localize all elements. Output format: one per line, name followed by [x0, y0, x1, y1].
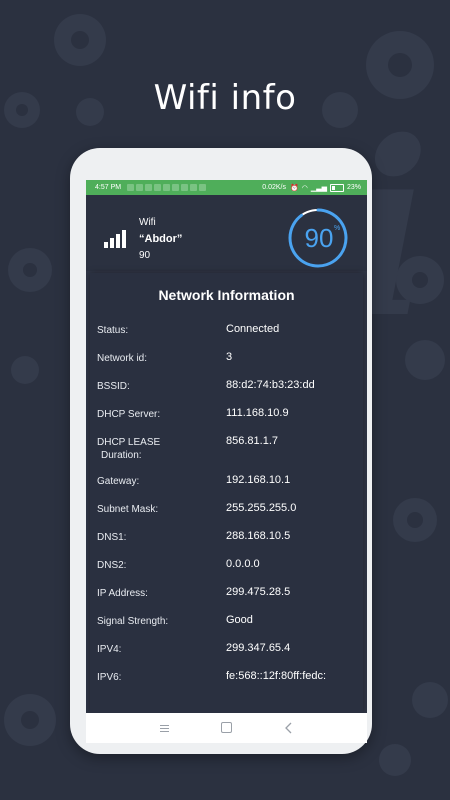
network-info-key: IPV6:: [97, 672, 122, 683]
home-button[interactable]: [220, 721, 234, 735]
network-info-value: fe:568::12f:80ff:fedc:: [226, 670, 327, 682]
recent-apps-button[interactable]: [158, 721, 172, 735]
back-icon: [284, 722, 291, 734]
battery-percent: 23%: [346, 184, 361, 191]
home-icon: [220, 722, 232, 733]
notification-icon: [172, 184, 180, 191]
network-info-value: 299.475.28.5: [226, 586, 291, 598]
notification-icon: [199, 184, 207, 191]
wifi-summary-header: Wifi “Abdor” 90 90 %: [86, 195, 367, 271]
network-info-value: 856.81.1.7: [226, 435, 278, 447]
network-info-key: Status:: [97, 325, 129, 336]
network-info-key: DHCP Server:: [97, 409, 161, 420]
alarm-icon: ⏰: [290, 184, 299, 192]
gauge-unit: %: [334, 225, 341, 232]
notification-icon: [136, 184, 144, 191]
network-info-key: DNS2:: [97, 560, 127, 571]
wifi-ssid: “Abdor”: [139, 233, 183, 245]
network-info-value: Connected: [226, 323, 280, 335]
notification-icon: [163, 184, 171, 191]
network-info-title: Network Information: [158, 287, 295, 303]
network-info-key: Gateway:: [97, 476, 140, 487]
network-info-key: Subnet Mask:: [97, 504, 159, 515]
wifi-strength-value: 90: [139, 250, 151, 261]
network-info-key: DNS1:: [97, 532, 127, 543]
promo-title: Wifi info: [153, 78, 297, 118]
network-info-key: BSSID:: [97, 381, 130, 392]
network-info-key: DHCP LEASE: [97, 437, 161, 448]
android-nav-bar: [86, 713, 367, 743]
back-button[interactable]: [282, 721, 296, 735]
status-bar: 4:57 PM 0.02K/s ⏰ ◠ ▁▃▅ 23%: [86, 180, 367, 195]
notification-icon: [145, 184, 153, 191]
wifi-status-icon: ◠: [301, 184, 308, 192]
wifi-signal-bars-icon: [104, 226, 130, 248]
network-info-value: 288.168.10.5: [226, 530, 291, 542]
network-info-key: IPV4:: [97, 644, 122, 655]
network-info-value: 255.255.255.0: [226, 502, 297, 514]
network-info-key-line2: Duration:: [101, 450, 142, 461]
network-info-value: Good: [226, 614, 253, 626]
network-info-value: 0.0.0.0: [226, 558, 260, 570]
network-info-value: 192.168.10.1: [226, 474, 291, 486]
network-info-value: 3: [226, 351, 233, 363]
network-info-key: Network id:: [97, 353, 148, 364]
notification-icon: [190, 184, 198, 191]
status-time: 4:57 PM: [95, 184, 122, 191]
notification-icon: [181, 184, 189, 191]
notification-icon: [154, 184, 162, 191]
network-info-value: 111.168.10.9: [226, 407, 289, 419]
network-info-key: Signal Strength:: [97, 616, 169, 627]
wifi-label: Wifi: [139, 217, 156, 228]
signal-icon: ▁▃▅: [310, 184, 327, 192]
network-info-key: IP Address:: [97, 588, 148, 599]
network-info-value: 299.347.65.4: [226, 642, 291, 654]
network-info-card: Network Information Status: Connected Netw…: [90, 273, 363, 713]
phone-screen: 4:57 PM 0.02K/s ⏰ ◠ ▁▃▅ 23% Wifi “Abdor”…: [86, 180, 367, 743]
notification-icons: [127, 184, 207, 191]
network-speed: 0.02K/s: [262, 184, 286, 191]
network-info-value: 88:d2:74:b3:23:dd: [226, 379, 315, 391]
battery-icon: [329, 183, 344, 192]
notification-icon: [127, 184, 135, 191]
